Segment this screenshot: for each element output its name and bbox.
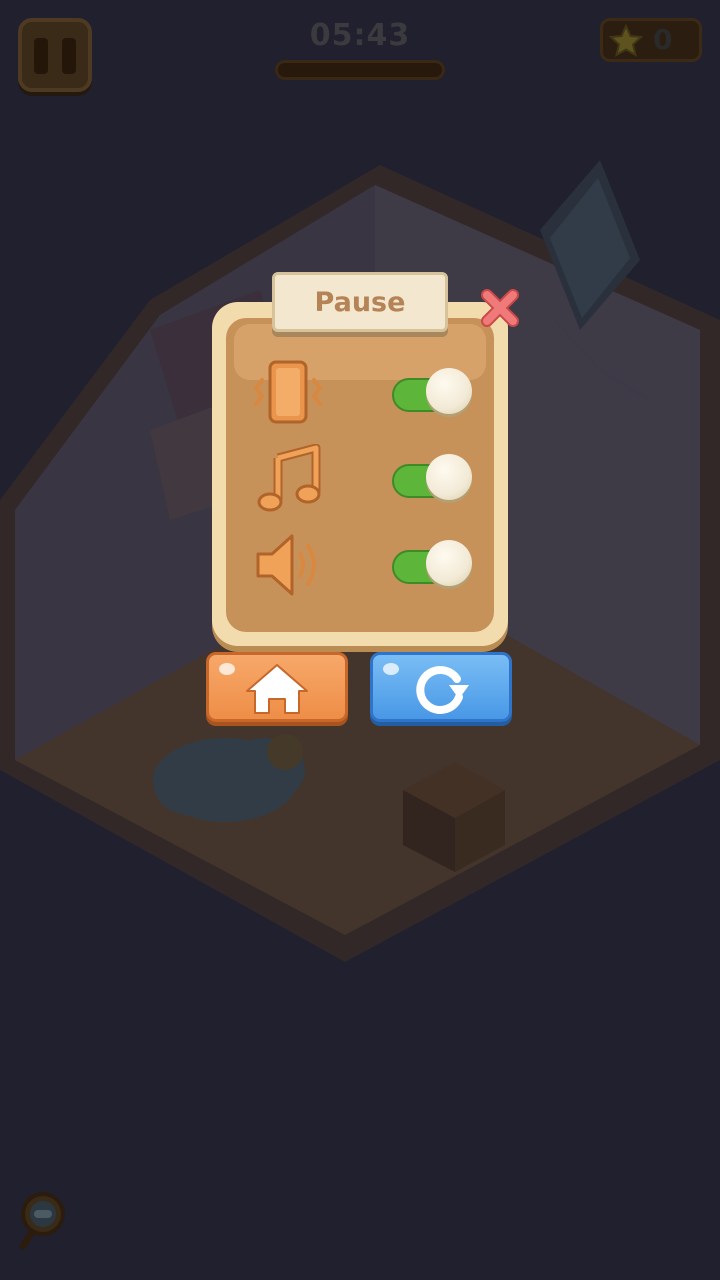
- star-counter: 0: [600, 18, 702, 62]
- vibration-toggle[interactable]: [392, 368, 474, 420]
- home-button[interactable]: [206, 652, 348, 722]
- sound-toggle[interactable]: [392, 540, 474, 592]
- music-note-icon: [257, 444, 321, 512]
- pause-icon: [34, 38, 48, 74]
- close-button[interactable]: [478, 286, 522, 330]
- restart-icon: [416, 666, 469, 714]
- pause-button[interactable]: [18, 18, 92, 92]
- toggle-knob: [426, 454, 472, 500]
- toggle-knob: [426, 540, 472, 586]
- toggle-knob: [426, 368, 472, 414]
- magnifier-hint-icon[interactable]: [18, 1190, 68, 1250]
- speaker-icon: [256, 534, 316, 596]
- music-toggle[interactable]: [392, 454, 474, 506]
- level-progress-bar: [275, 60, 445, 80]
- home-icon: [246, 664, 308, 714]
- timer: 05:43: [309, 18, 411, 53]
- star-count: 0: [653, 23, 673, 56]
- phone-vibrate-icon: [254, 360, 322, 424]
- restart-button[interactable]: [370, 652, 512, 722]
- close-icon: [481, 289, 519, 327]
- pause-title: Pause: [272, 272, 448, 332]
- star-icon: [609, 24, 643, 58]
